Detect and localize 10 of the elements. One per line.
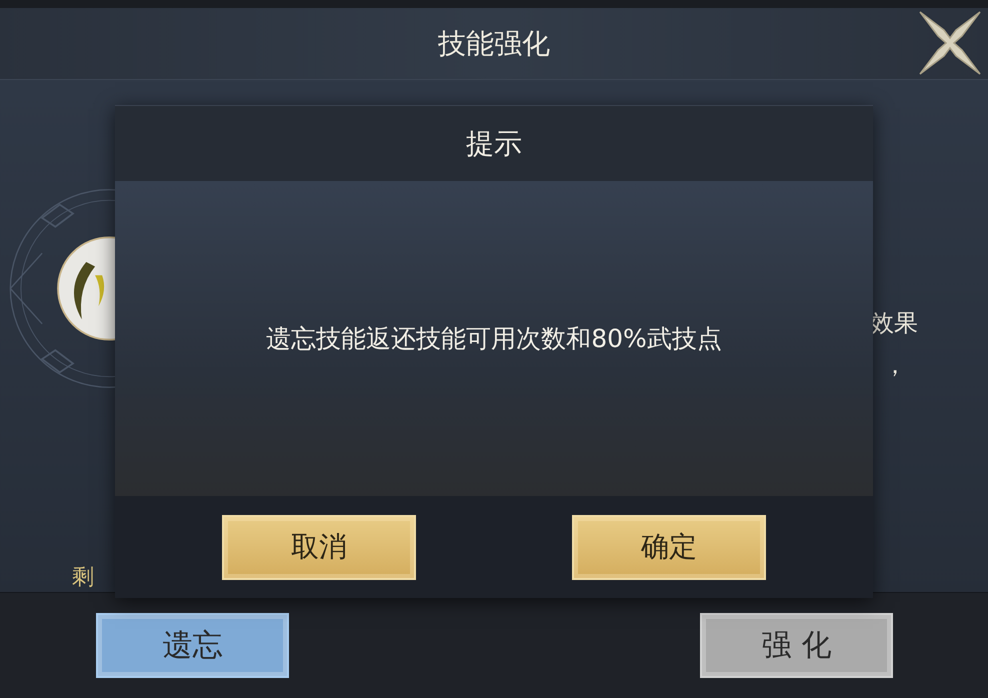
dialog-message: 遗忘技能返还技能可用次数和80%武技点: [266, 323, 722, 355]
action-button[interactable]: 强 化: [700, 613, 893, 678]
action-button[interactable]: 遗忘: [96, 613, 289, 678]
window-title: 技能强化: [438, 26, 550, 62]
remaining-label: 剩: [72, 564, 95, 592]
dialog-button[interactable]: 确定: [572, 514, 766, 580]
description-text: ，: [883, 350, 908, 382]
dialog-title: 提示: [466, 126, 522, 162]
close-icon[interactable]: [918, 10, 982, 76]
dialog-button[interactable]: 取消: [222, 514, 416, 580]
